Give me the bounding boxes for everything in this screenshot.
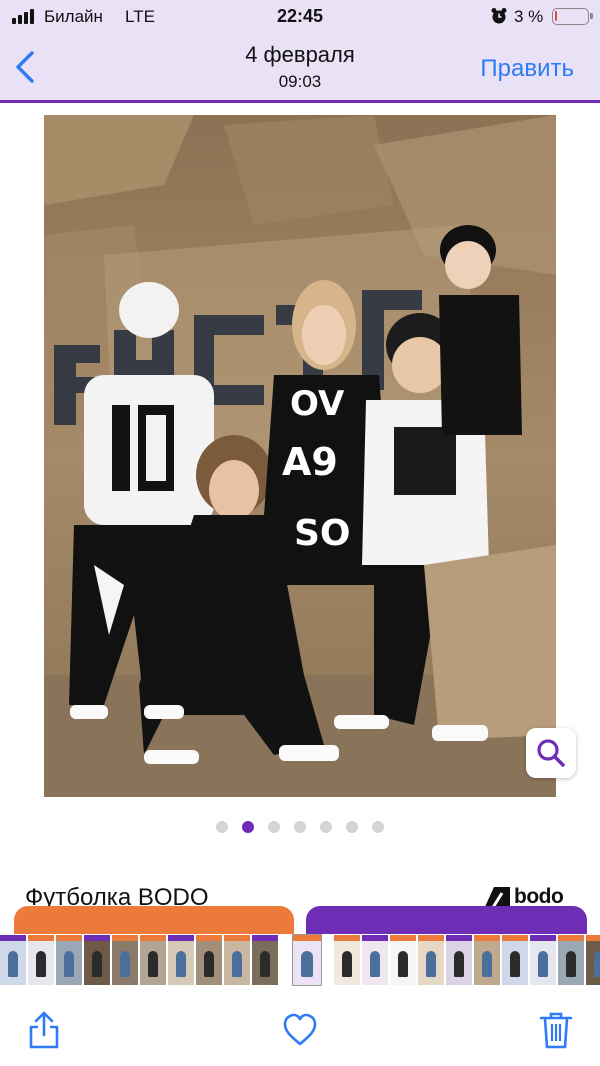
thumbnail[interactable] xyxy=(84,935,110,985)
thumbnail[interactable] xyxy=(390,935,416,985)
battery-icon xyxy=(552,8,593,25)
page-dot[interactable] xyxy=(268,821,280,833)
page-indicator xyxy=(0,821,600,833)
share-icon[interactable] xyxy=(26,1010,62,1050)
status-time: 22:45 xyxy=(276,6,324,26)
battery-level xyxy=(555,11,557,21)
thumbnail[interactable] xyxy=(446,935,472,985)
thumbnail[interactable] xyxy=(502,935,528,985)
thumbnail[interactable] xyxy=(334,935,360,985)
page-dot[interactable] xyxy=(320,821,332,833)
thumbnail[interactable] xyxy=(474,935,500,985)
thumbnail[interactable] xyxy=(418,935,444,985)
alarm-clock-icon xyxy=(491,8,507,24)
status-bar: Билайн LTE 22:45 3 % xyxy=(0,0,600,34)
thumbnail[interactable] xyxy=(112,935,138,985)
purple-banner xyxy=(306,906,587,936)
thumbnail[interactable] xyxy=(558,935,584,985)
thumbnail[interactable] xyxy=(224,935,250,985)
thumbnail[interactable] xyxy=(168,935,194,985)
svg-text:SO: SO xyxy=(294,513,351,554)
thumbnail-selected[interactable] xyxy=(292,934,322,986)
visual-lookup-icon[interactable] xyxy=(526,728,576,778)
thumbnail[interactable] xyxy=(196,935,222,985)
thumbnail[interactable] xyxy=(56,935,82,985)
thumbnail[interactable] xyxy=(252,935,278,985)
heart-icon[interactable] xyxy=(282,1010,318,1050)
page-dot[interactable] xyxy=(216,821,228,833)
thumbnail[interactable] xyxy=(586,935,600,985)
page-dot[interactable] xyxy=(372,821,384,833)
battery-percent: 3 % xyxy=(514,7,544,26)
page-dot[interactable] xyxy=(294,821,306,833)
main-photo[interactable]: OV A9 SO xyxy=(44,115,556,797)
top-bar: Билайн LTE 22:45 3 % 4 февраля 09:03 Пра… xyxy=(0,0,600,103)
svg-text:OV: OV xyxy=(290,384,345,424)
svg-text:A9: A9 xyxy=(282,440,338,484)
edit-button[interactable]: Править xyxy=(480,55,574,83)
trash-icon[interactable] xyxy=(538,1010,574,1050)
thumbnail-strip[interactable] xyxy=(0,934,600,986)
page-dot[interactable] xyxy=(242,821,254,833)
thumbnail[interactable] xyxy=(362,935,388,985)
thumbnail[interactable] xyxy=(0,935,26,985)
orange-banner xyxy=(14,906,294,936)
page-dot[interactable] xyxy=(346,821,358,833)
thumbnail[interactable] xyxy=(140,935,166,985)
thumbnail[interactable] xyxy=(530,935,556,985)
bottom-toolbar xyxy=(0,990,600,1066)
thumbnail[interactable] xyxy=(28,935,54,985)
